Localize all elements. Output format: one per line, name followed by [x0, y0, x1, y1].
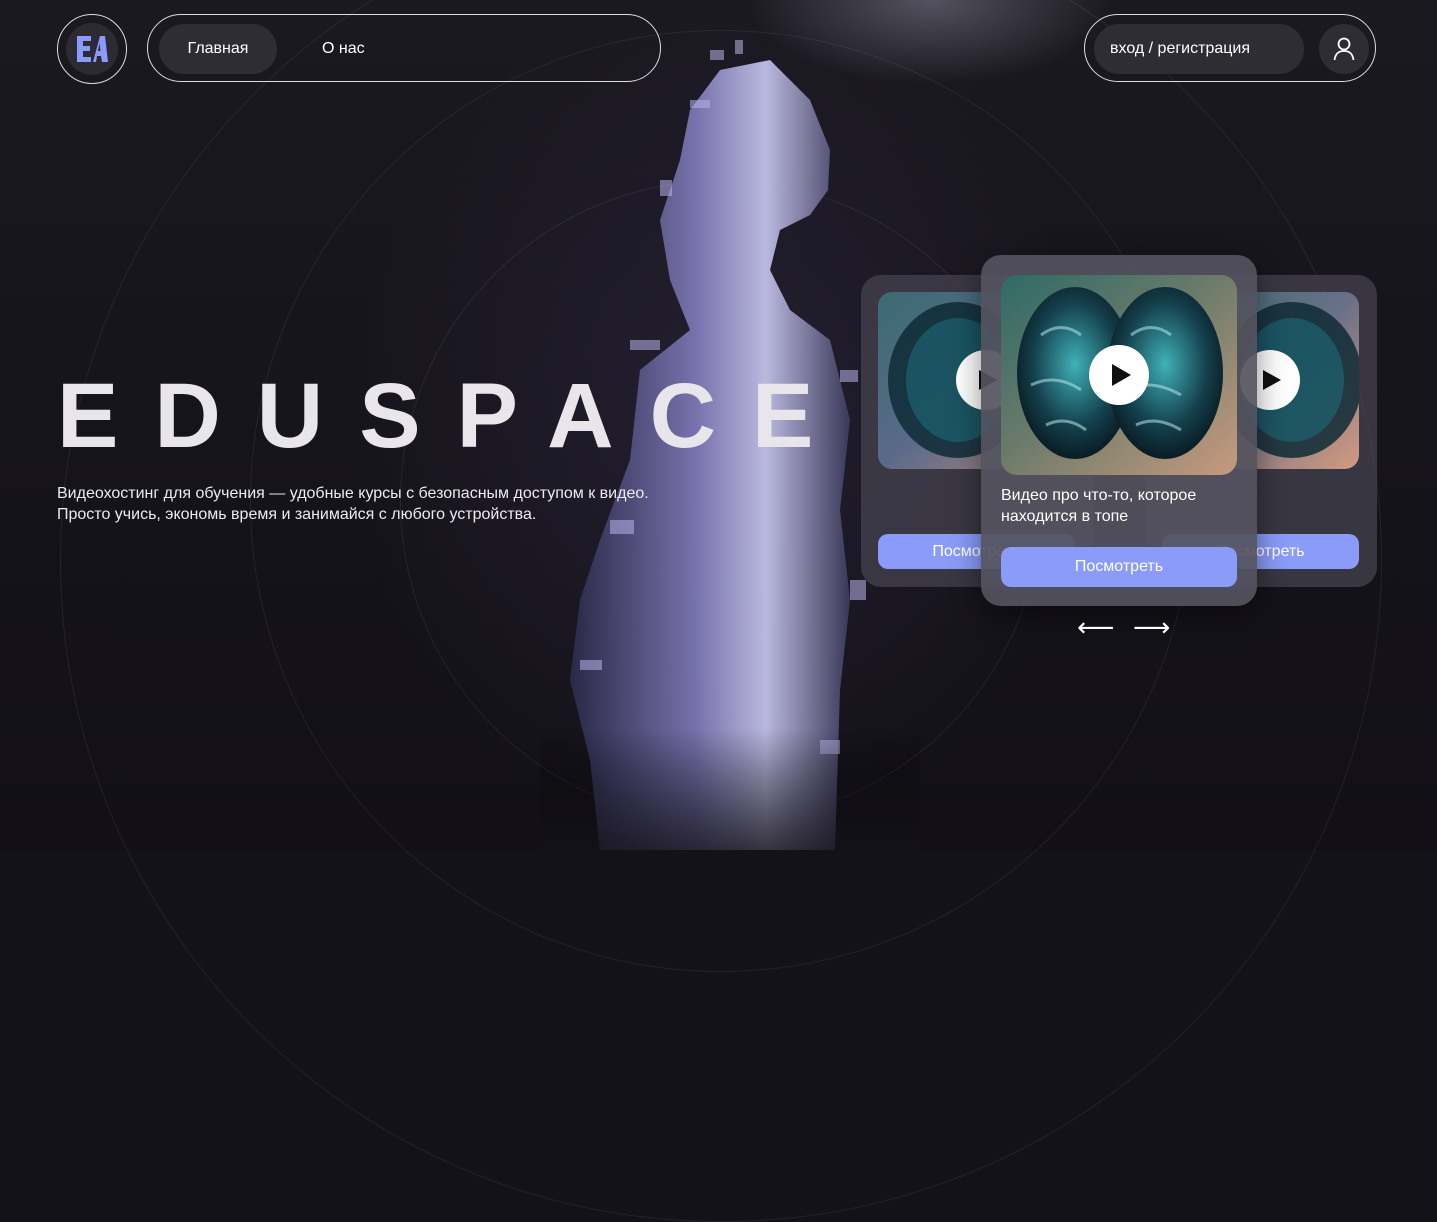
video-caption: Видео про что-то, которое находится в то…: [1001, 487, 1197, 525]
hero-description-line: Видеохостинг для обучения — удобные курс…: [57, 485, 649, 502]
hero-description-line: Просто учись, экономь время и занимайся …: [57, 506, 537, 523]
user-icon[interactable]: [1319, 24, 1369, 74]
arrow-left-icon[interactable]: ⟵: [1077, 612, 1114, 642]
hero-description: Видеохостинг для обучения — удобные курс…: [57, 483, 757, 525]
logo-button[interactable]: [57, 14, 127, 84]
main-nav: Главная О нас: [147, 14, 661, 82]
auth-pill: вход / регистрация: [1084, 14, 1376, 82]
nav-item-about[interactable]: О нас: [322, 24, 365, 74]
login-register-button[interactable]: вход / регистрация: [1094, 24, 1304, 74]
video-card-featured[interactable]: Видео про что-то, которое находится в то…: [981, 255, 1257, 606]
arrow-right-icon[interactable]: ⟶: [1133, 612, 1170, 642]
nav-item-home[interactable]: Главная: [159, 24, 277, 74]
watch-button[interactable]: Посмотреть: [1001, 547, 1237, 587]
eduspace-logo-icon: [66, 23, 118, 75]
video-thumbnail[interactable]: [1001, 275, 1237, 475]
hero-title: EDUSPACE: [57, 365, 850, 467]
